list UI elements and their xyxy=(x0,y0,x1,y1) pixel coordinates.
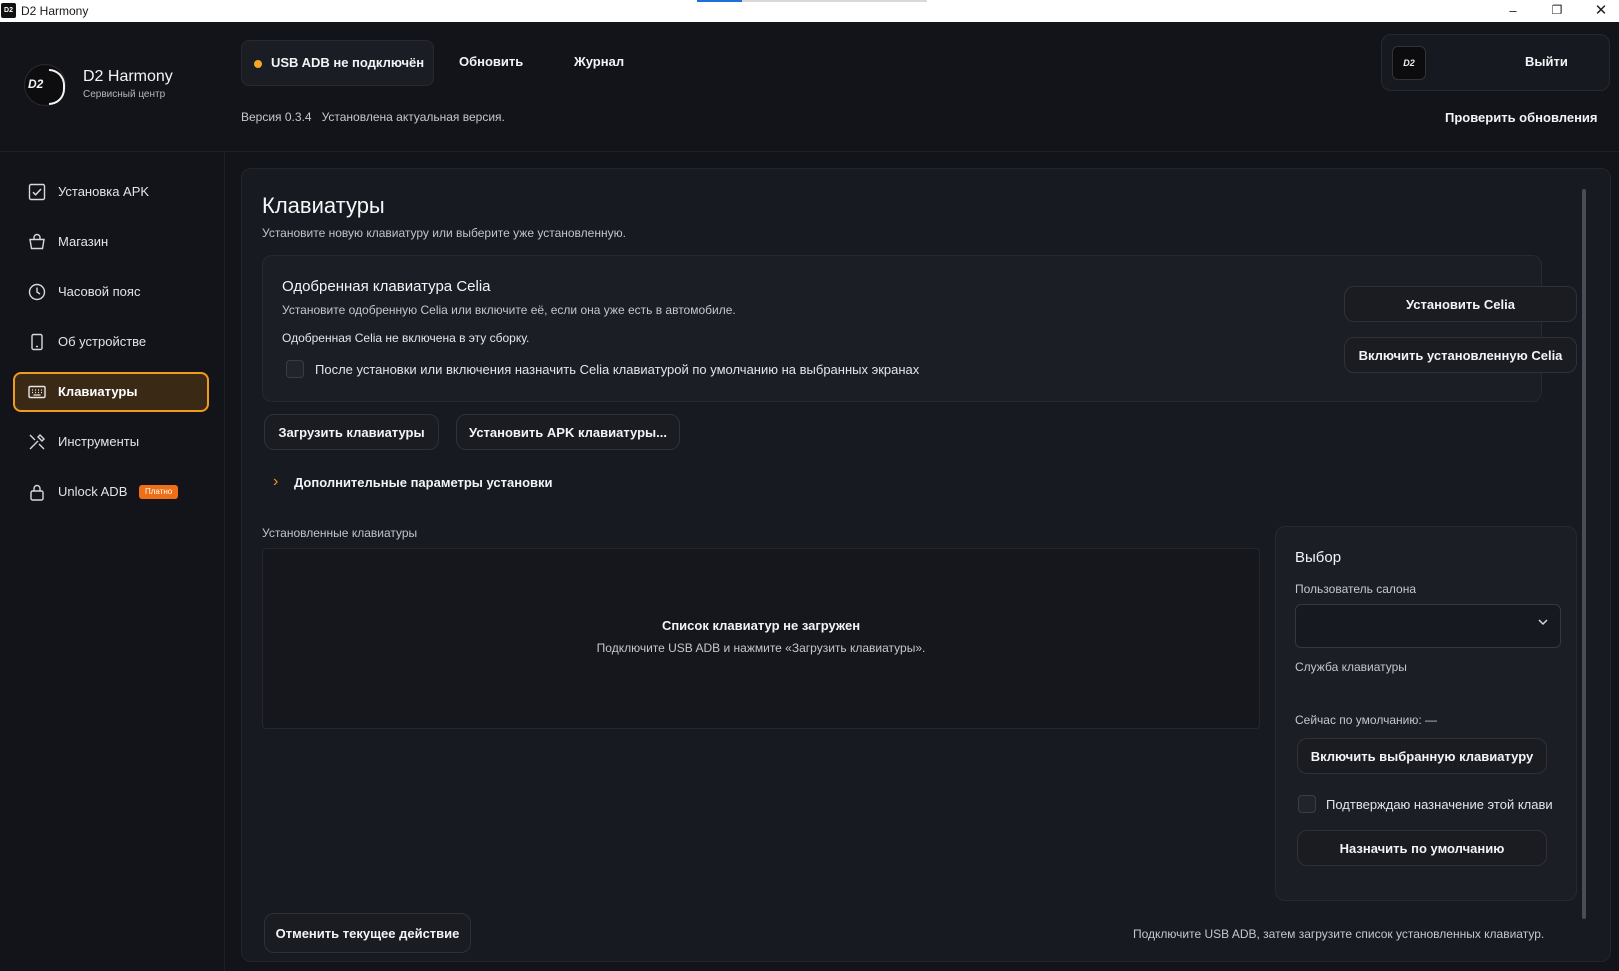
window-title: D2 Harmony xyxy=(21,4,89,18)
footer-hint: Подключите USB ADB, затем загрузите спис… xyxy=(1133,927,1545,941)
phone-icon xyxy=(28,333,46,351)
celia-note: Одобренная Celia не включена в эту сборк… xyxy=(282,331,530,345)
empty-title: Список клавиатур не загружен xyxy=(661,618,861,633)
installed-keyboards-label: Установленные клавиатуры xyxy=(262,526,418,540)
sidebar: Установка APK Магазин Часовой пояс Об ус… xyxy=(0,152,225,971)
install-celia-button[interactable]: Установить Celia xyxy=(1344,286,1577,322)
celia-description: Установите одобренную Celia или включите… xyxy=(282,303,736,317)
sidebar-item-device-info[interactable]: Об устройстве xyxy=(13,322,209,362)
restore-icon[interactable]: ❐ xyxy=(1535,0,1579,22)
adb-status-pill: USB ADB не подключён xyxy=(241,40,434,86)
keyboard-service-label: Служба клавиатуры xyxy=(1295,660,1407,674)
sidebar-item-unlock-adb[interactable]: Unlock ADB Платно xyxy=(13,472,209,512)
sidebar-item-label: Клавиатуры xyxy=(58,384,138,399)
sidebar-item-label: Часовой пояс xyxy=(58,284,141,299)
cancel-action-button[interactable]: Отменить текущее действие xyxy=(264,913,471,953)
sidebar-item-apk-install[interactable]: Установка APK xyxy=(13,172,209,212)
cabin-user-select[interactable] xyxy=(1295,604,1561,648)
sidebar-item-label: Магазин xyxy=(58,234,109,249)
page-title: Клавиатуры xyxy=(262,193,385,218)
check-updates-button[interactable]: Проверить обновления xyxy=(1445,110,1598,125)
refresh-button[interactable]: Обновить xyxy=(459,54,523,69)
tools-icon xyxy=(28,433,46,451)
brand-subtitle: Сервисный центр xyxy=(83,89,166,100)
close-icon[interactable]: ✕ xyxy=(1579,0,1619,22)
celia-title: Одобренная клавиатура Celia xyxy=(282,278,491,295)
clock-icon xyxy=(28,283,46,301)
chevron-down-icon xyxy=(1536,615,1550,632)
installed-keyboards-list: Список клавиатур не загружен Подключите … xyxy=(262,548,1260,729)
confirm-assign-label: Подтверждаю назначение этой клави xyxy=(1326,797,1553,812)
version-number: Версия 0.3.4 xyxy=(241,110,312,124)
version-info: Версия 0.3.4 Установлена актуальная верси… xyxy=(241,110,505,124)
sidebar-item-label: Установка APK xyxy=(58,184,150,199)
page-subtitle: Установите новую клавиатуру или выберите… xyxy=(262,226,626,240)
sidebar-item-store[interactable]: Магазин xyxy=(13,222,209,262)
current-default-text: Сейчас по умолчанию: — xyxy=(1295,713,1437,727)
adb-status-text: USB ADB не подключён xyxy=(271,55,425,70)
set-default-button[interactable]: Назначить по умолчанию xyxy=(1297,830,1547,866)
celia-card: Одобренная клавиатура Celia Установите о… xyxy=(262,255,1577,402)
sidebar-item-keyboards[interactable]: Клавиатуры xyxy=(13,372,209,412)
keyboards-panel: Клавиатуры Установите новую клавиатуру и… xyxy=(241,168,1611,962)
chevron-right-icon: › xyxy=(273,473,279,490)
app-icon: D2 xyxy=(1,3,16,18)
avatar: D2 xyxy=(1392,46,1426,80)
empty-description: Подключите USB ADB и нажмите «Загрузить … xyxy=(596,641,926,655)
confirm-assign-checkbox[interactable] xyxy=(1298,795,1316,813)
enable-celia-button[interactable]: Включить установленную Celia xyxy=(1344,337,1577,373)
sidebar-item-timezone[interactable]: Часовой пояс xyxy=(13,272,209,312)
selection-panel: Выбор Пользователь салона Служба клавиат… xyxy=(1275,526,1577,901)
celia-default-label: После установки или включения назначить … xyxy=(315,362,920,377)
lock-icon xyxy=(28,483,46,501)
logout-button[interactable]: Выйти xyxy=(1525,54,1568,69)
selection-title: Выбор xyxy=(1295,549,1342,566)
account-box: D2 Выйти xyxy=(1381,34,1610,91)
load-keyboards-button[interactable]: Загрузить клавиатуры xyxy=(264,414,439,450)
cabin-user-label: Пользователь салона xyxy=(1295,582,1416,596)
window-titlebar: D2 D2 Harmony – ❐ ✕ xyxy=(0,0,1619,22)
celia-default-checkbox[interactable] xyxy=(286,360,304,378)
version-status: Установлена актуальная версия. xyxy=(321,110,505,124)
checkbox-icon xyxy=(28,183,46,201)
install-apk-keyboard-button[interactable]: Установить APK клавиатуры... xyxy=(456,414,680,450)
status-dot-icon xyxy=(254,60,262,68)
scrollbar[interactable] xyxy=(1582,189,1586,919)
d2-logo: D2 xyxy=(24,64,66,106)
basket-icon xyxy=(28,233,46,251)
enable-selected-keyboard-button[interactable]: Включить выбранную клавиатуру xyxy=(1297,738,1547,774)
keyboard-icon xyxy=(28,383,46,401)
advanced-options-label: Дополнительные параметры установки xyxy=(294,475,553,490)
minimize-icon[interactable]: – xyxy=(1491,0,1535,22)
paid-badge: Платно xyxy=(139,485,179,499)
loading-bar xyxy=(697,0,927,2)
brand-title: D2 Harmony xyxy=(83,68,173,85)
log-button[interactable]: Журнал xyxy=(574,54,624,69)
sidebar-item-label: Об устройстве xyxy=(58,334,147,349)
sidebar-item-label: Unlock ADB xyxy=(58,484,128,499)
sidebar-item-tools[interactable]: Инструменты xyxy=(13,422,209,462)
sidebar-item-label: Инструменты xyxy=(58,434,140,449)
